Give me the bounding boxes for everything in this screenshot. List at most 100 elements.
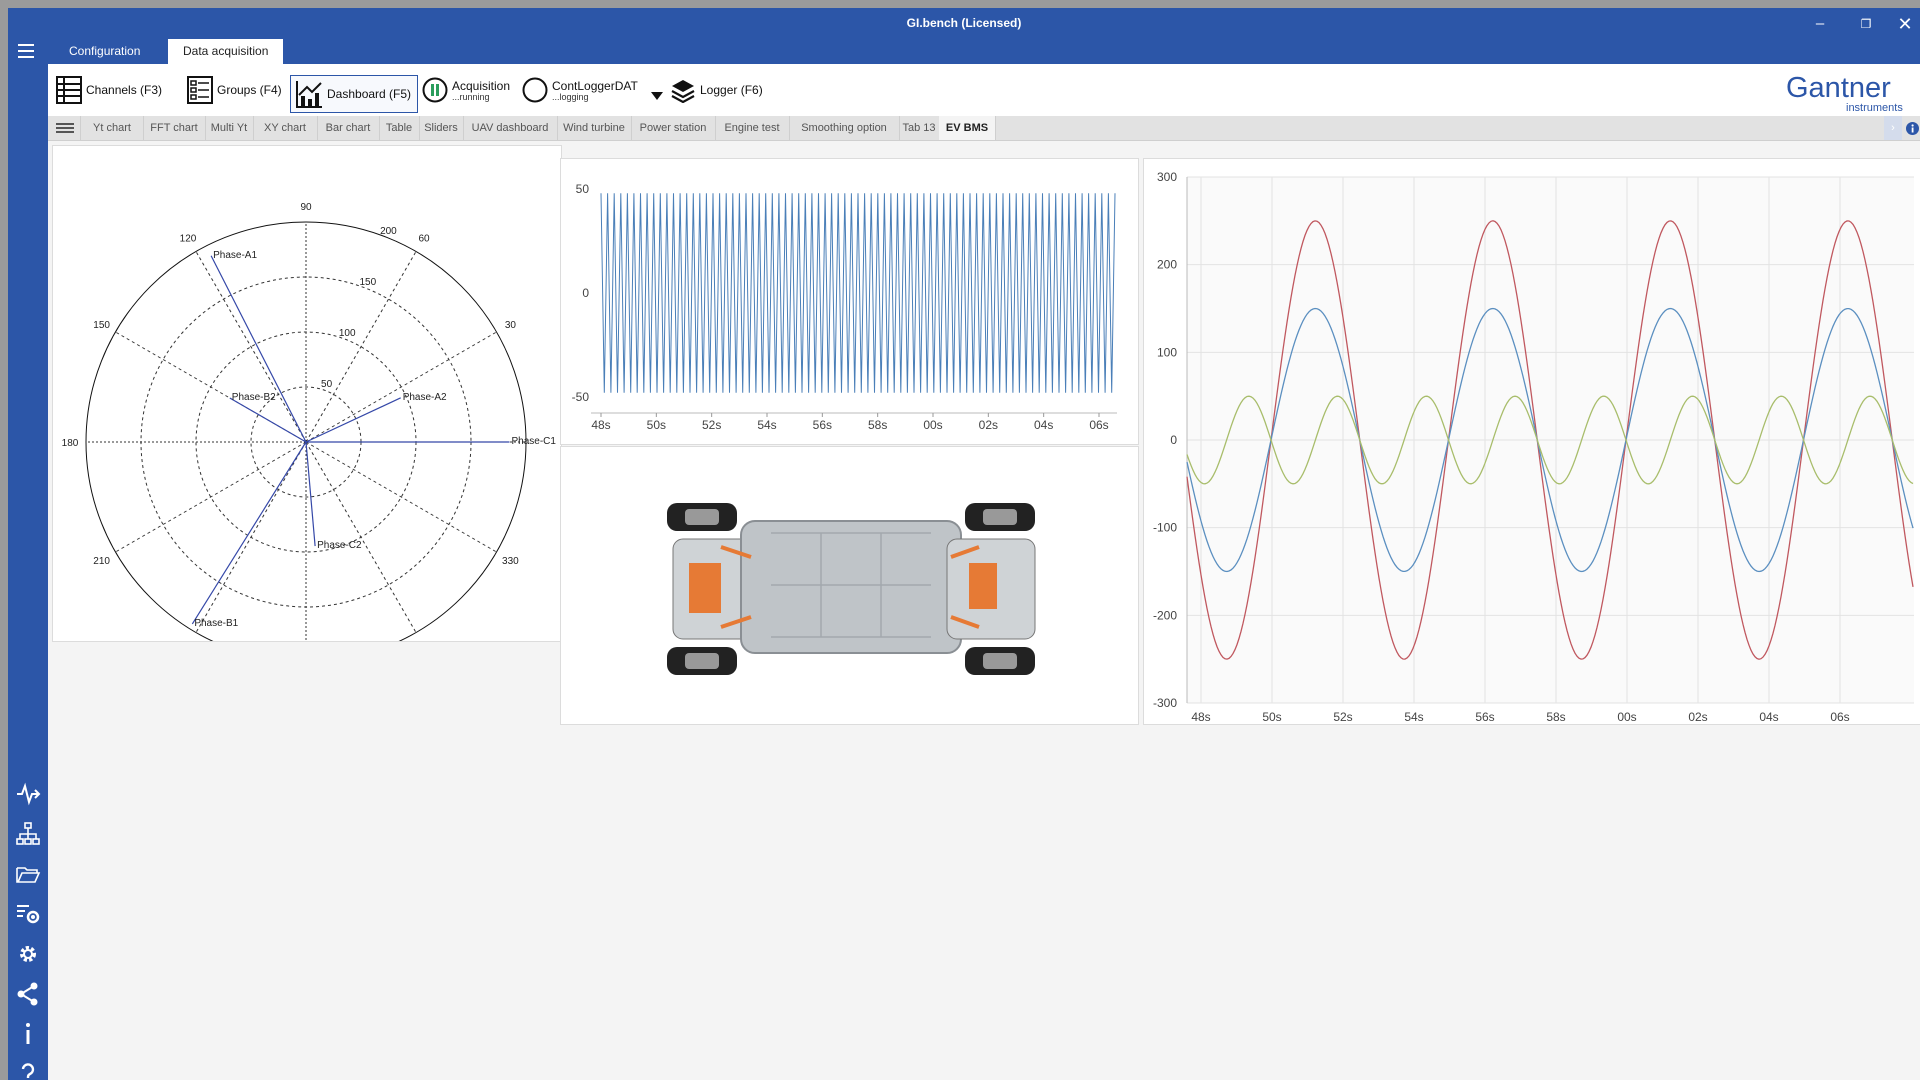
sine-y-tick-label: -300: [1153, 696, 1177, 710]
polar-phase-label: Phase-C2: [317, 540, 362, 551]
pause-icon: [422, 77, 448, 103]
left-sidebar: [8, 64, 48, 1080]
polar-radial-tick-label: 50: [321, 379, 333, 390]
yt-x-tick-label: 04s: [1034, 418, 1053, 432]
signal-icon[interactable]: [14, 780, 42, 808]
share-icon[interactable]: [14, 980, 42, 1008]
title-bar: GI.bench (Licensed) – ❐ ✕ Configuration …: [8, 8, 1920, 64]
ev-chassis-image: [641, 447, 1059, 724]
restore-icon[interactable]: ❐: [1846, 12, 1886, 36]
yt-x-tick-label: 54s: [757, 418, 776, 432]
contlogger-button[interactable]: ContLoggerDAT ...logging: [522, 72, 638, 108]
tab-configuration[interactable]: Configuration: [54, 39, 155, 64]
dashboard-tab-ev-bms[interactable]: EV BMS: [939, 116, 996, 140]
table-icon: [56, 76, 82, 104]
acquisition-label: Acquisition: [452, 78, 511, 93]
sine-x-tick-label: 56s: [1475, 710, 1494, 724]
yt-series-line: [600, 193, 1116, 393]
polar-chart-panel: 5010015020090603018033030027024021015012…: [52, 145, 562, 685]
yt-chart: 50 0 -5048s 50s 52s 54s 56s 58s 00s 02s 04s 06s: [572, 182, 1117, 432]
polar-angle-label: 210: [93, 556, 110, 567]
acquisition-status: ...running: [452, 91, 490, 102]
yt-x-tick-label: 00s: [923, 418, 942, 432]
polar-angle-label: 90: [300, 202, 312, 213]
multi-yt-chart-panel: 300 200 100 0 -100 -200 -300 48s 50s 52s 54s 56s 58s…: [1143, 158, 1920, 725]
dashboard-tab-fft-chart[interactable]: FFT chart: [143, 116, 206, 140]
polar-angle-label: 150: [93, 320, 110, 331]
polar-radial-tick-label: 200: [380, 226, 397, 237]
dashboard-tab-bar-chart[interactable]: Bar chart: [317, 116, 380, 140]
sine-x-tick-label: 58s: [1546, 710, 1565, 724]
groups-button[interactable]: Groups (F4): [187, 72, 282, 108]
polar-phase-label: Phase-C1: [512, 436, 557, 447]
polar-angle-label: 60: [418, 234, 430, 245]
network-icon[interactable]: [14, 820, 42, 848]
polar-phase-label: Phase-B2: [232, 392, 276, 403]
groups-icon: [187, 76, 213, 104]
settings-list-icon[interactable]: [14, 900, 42, 928]
dashboard-tab-power-station[interactable]: Power station: [631, 116, 716, 140]
dashboard-tab-wind-turbine[interactable]: Wind turbine: [557, 116, 632, 140]
sine-x-tick-label: 04s: [1759, 710, 1778, 724]
sine-y-tick-label: 100: [1157, 345, 1177, 359]
polar-radial-tick-label: 100: [339, 328, 356, 339]
minimize-icon[interactable]: –: [1800, 12, 1840, 36]
channels-button[interactable]: Channels (F3): [56, 72, 162, 108]
dashboard-tab-table[interactable]: Table: [379, 116, 420, 140]
gear-icon[interactable]: [14, 940, 42, 968]
sine-y-tick-label: 300: [1157, 170, 1177, 184]
yt-x-tick-label: 58s: [868, 418, 887, 432]
dashboard-tab-sliders[interactable]: Sliders: [419, 116, 464, 140]
close-icon[interactable]: ✕: [1890, 12, 1920, 36]
logger-button[interactable]: Logger (F6): [670, 72, 763, 108]
yt-y-tick-label: -50: [572, 390, 590, 404]
logo-line2: instruments: [1846, 102, 1903, 114]
info-icon[interactable]: [14, 1020, 42, 1048]
sine-x-tick-label: 02s: [1688, 710, 1707, 724]
dashboard-tab-tab-13[interactable]: Tab 13: [899, 116, 940, 140]
dashboard-tab-yt-chart[interactable]: Yt chart: [81, 116, 144, 140]
dashboard-button[interactable]: Dashboard (F5): [290, 75, 418, 113]
help-icon[interactable]: [14, 1060, 42, 1080]
yt-chart-panel: 50 0 -50 48s 50s 52s 54s 56s 58s 00s 02s 04s 06s: [560, 158, 1139, 445]
yt-x-tick-label: 56s: [813, 418, 832, 432]
contlogger-status: ...logging: [552, 91, 589, 102]
dashboard-tab-uav-dashboard[interactable]: UAV dashboard: [463, 116, 558, 140]
sine-y-tick-label: 200: [1157, 258, 1177, 272]
sine-x-tick-label: 52s: [1333, 710, 1352, 724]
dashboard-menu-icon[interactable]: [48, 116, 81, 140]
yt-y-tick-label: 0: [582, 286, 589, 300]
polar-angle-label: 180: [62, 438, 79, 449]
dashboard-tab-engine-test[interactable]: Engine test: [715, 116, 790, 140]
logo-line1: Gantner: [1786, 74, 1891, 104]
sine-y-tick-label: 0: [1170, 433, 1177, 447]
polar-phase-label: Phase-A1: [213, 250, 257, 261]
polar-angle-label: 330: [502, 556, 519, 567]
polar-radial-tick-label: 150: [359, 277, 376, 288]
dashboard-tab-xy-chart[interactable]: XY chart: [253, 116, 318, 140]
tab-data-acquisition[interactable]: Data acquisition: [168, 39, 284, 64]
layers-icon: [671, 80, 695, 103]
yt-x-tick-label: 02s: [979, 418, 998, 432]
tabs-scroll-right-icon[interactable]: ›: [1884, 116, 1902, 140]
sine-y-tick-label: -200: [1153, 608, 1177, 622]
sine-x-tick-label: 54s: [1404, 710, 1423, 724]
dashboard-tab-multi-yt[interactable]: Multi Yt: [205, 116, 254, 140]
sine-x-tick-label: 50s: [1262, 710, 1281, 724]
main-menu-icon[interactable]: [18, 44, 34, 58]
dashboard-info-icon[interactable]: [1906, 122, 1919, 135]
yt-x-tick-label: 50s: [647, 418, 666, 432]
acquisition-button[interactable]: Acquisition ...running: [422, 72, 510, 108]
yt-x-tick-label: 06s: [1089, 418, 1108, 432]
vehicle-image-panel: [560, 446, 1139, 725]
chevron-down-icon[interactable]: [651, 92, 663, 100]
record-icon: [522, 77, 548, 103]
dashboard-label: Dashboard (F5): [327, 87, 412, 101]
open-folder-icon[interactable]: [14, 860, 42, 888]
yt-x-tick-label: 48s: [591, 418, 610, 432]
dashboard-chart-icon: [296, 81, 322, 108]
groups-label: Groups (F4): [217, 83, 282, 97]
polar-phase-label: Phase-B1: [194, 618, 238, 629]
dashboard-tab-smoothing-option[interactable]: Smoothing option: [789, 116, 900, 140]
polar-angle-label: 120: [180, 234, 197, 245]
